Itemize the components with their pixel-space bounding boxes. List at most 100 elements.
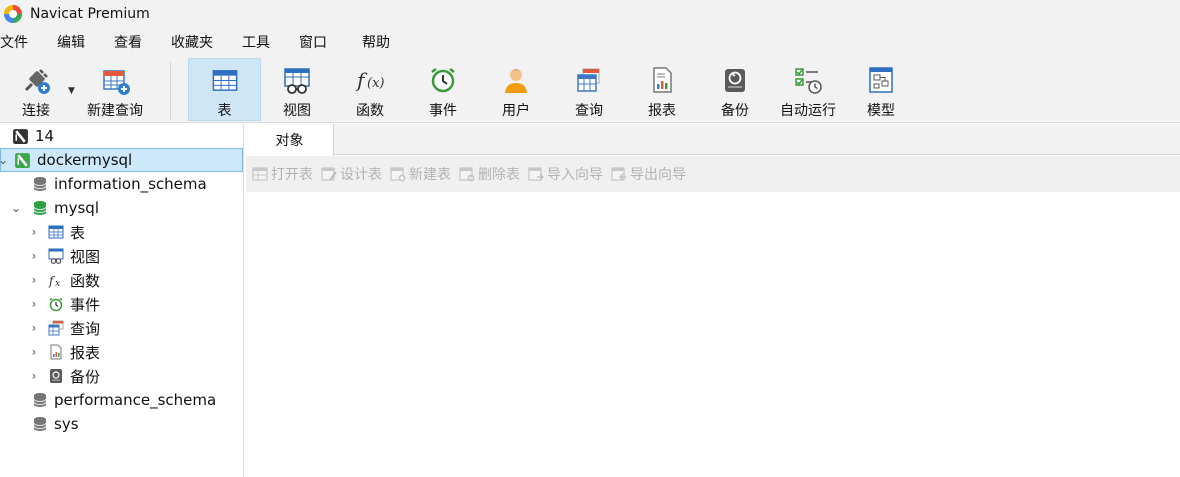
menu-tools[interactable]: 工具 (242, 32, 270, 52)
menu-favorites[interactable]: 收藏夹 (171, 32, 213, 52)
model-label: 模型 (867, 103, 895, 119)
new-query-button[interactable]: 新建查询 (80, 58, 150, 121)
tree-item-label: 报表 (70, 343, 101, 362)
report-icon (653, 67, 672, 93)
object-toolbar: 打开表 设计表 新建表 删除表 导入向导 导出向导 (246, 156, 1180, 192)
automation-label: 自动运行 (780, 103, 836, 119)
menu-help[interactable]: 帮助 (362, 32, 390, 52)
database-mysql[interactable]: ⌄ mysql (11, 196, 99, 220)
database-label: mysql (54, 199, 99, 217)
tree-item-functions[interactable]: › f x 函数 (32, 268, 101, 292)
chevron-right-icon[interactable]: › (28, 249, 40, 263)
new-table-button[interactable]: 新建表 (390, 164, 451, 184)
tab-objects[interactable]: 对象 (246, 124, 334, 156)
database-icon (33, 177, 47, 191)
tree-item-label: 视图 (70, 247, 101, 266)
backup-icon (725, 69, 745, 92)
connect-dropdown-icon[interactable]: ▼ (68, 86, 75, 96)
table-label: 表 (217, 103, 232, 119)
tab-strip: 对象 (246, 124, 1180, 156)
new-query-icon (103, 70, 130, 95)
database-information-schema[interactable]: information_schema (32, 172, 207, 196)
model-button[interactable]: 模型 (852, 58, 910, 121)
navigation-tree: 14 ⌄ dockermysql information_schema ⌄ my… (0, 124, 244, 477)
report-icon (50, 344, 62, 360)
table-icon (48, 225, 64, 239)
function-icon: f x (48, 274, 60, 288)
user-button[interactable]: 用户 (487, 58, 545, 121)
tree-item-label: 查询 (70, 319, 101, 338)
report-button[interactable]: 报表 (633, 58, 691, 121)
automation-button[interactable]: 自动运行 (774, 58, 842, 121)
plug-icon (24, 69, 50, 94)
function-button[interactable]: f (x) 函数 (340, 58, 400, 121)
navicat-logo-icon (4, 5, 22, 23)
design-table-button[interactable]: 设计表 (321, 164, 382, 184)
main-toolbar: 连接 ▼ 新建查询 表 视图 f (x) 函数 事件 用户 查询 报表 备份 自… (0, 56, 1180, 123)
menu-view[interactable]: 查看 (114, 32, 142, 52)
chevron-right-icon[interactable]: › (28, 369, 40, 383)
svg-text:(x): (x) (367, 76, 384, 91)
tree-item-events[interactable]: › 事件 (32, 292, 100, 316)
tree-root-item[interactable]: 14 (12, 124, 54, 148)
view-button[interactable]: 视图 (266, 58, 328, 121)
tree-item-reports[interactable]: › 报表 (32, 340, 101, 364)
chevron-right-icon[interactable]: › (28, 297, 40, 311)
database-performance-schema[interactable]: performance_schema (32, 388, 216, 412)
chevron-right-icon[interactable]: › (28, 273, 40, 287)
connection-dockermysql[interactable]: ⌄ dockermysql (0, 148, 243, 172)
tree-item-views[interactable]: › 视图 (32, 244, 101, 268)
export-icon (611, 167, 626, 181)
backup-button[interactable]: 备份 (706, 58, 764, 121)
user-label: 用户 (502, 103, 530, 119)
function-icon: f (x) (355, 68, 384, 92)
database-icon (33, 393, 47, 407)
tree-item-label: 表 (70, 223, 86, 242)
chevron-right-icon[interactable]: › (28, 345, 40, 359)
open-table-button[interactable]: 打开表 (252, 164, 313, 184)
svg-text:x: x (55, 279, 60, 288)
delete-table-label: 删除表 (478, 167, 520, 183)
title-bar: Navicat Premium (0, 0, 1180, 28)
tree-item-tables[interactable]: › 表 (32, 220, 86, 244)
chevron-right-icon[interactable]: › (28, 225, 40, 239)
export-wizard-button[interactable]: 导出向导 (611, 164, 686, 184)
menu-file[interactable]: 文件 (0, 32, 28, 52)
menu-bar: 文件 编辑 查看 收藏夹 工具 窗口 帮助 (0, 28, 1180, 56)
import-icon (528, 167, 544, 181)
database-open-icon (33, 201, 47, 215)
new-query-label: 新建查询 (87, 103, 143, 119)
delete-table-button[interactable]: 删除表 (459, 164, 520, 184)
database-icon (33, 417, 47, 431)
event-button[interactable]: 事件 (414, 58, 472, 121)
chevron-right-icon[interactable]: › (28, 321, 40, 335)
table-button[interactable]: 表 (188, 58, 261, 121)
database-sys[interactable]: sys (32, 412, 79, 436)
query-icon (48, 320, 64, 336)
navicat-connection-icon (13, 128, 28, 144)
view-label: 视图 (283, 103, 311, 119)
table-icon (212, 70, 237, 91)
window-title: Navicat Premium (30, 6, 150, 22)
tree-item-backups[interactable]: › 备份 (32, 364, 100, 388)
tree-item-queries[interactable]: › 查询 (32, 316, 101, 340)
chevron-down-icon[interactable]: ⌄ (0, 153, 9, 167)
toolbar-separator (170, 62, 171, 120)
chevron-down-icon[interactable]: ⌄ (10, 201, 22, 215)
database-label: performance_schema (54, 391, 217, 409)
database-label: information_schema (54, 175, 207, 193)
mysql-connection-icon (15, 152, 30, 168)
menu-window[interactable]: 窗口 (299, 32, 327, 52)
backup-icon (50, 369, 62, 383)
alarm-clock-icon (431, 68, 455, 93)
connect-button[interactable]: 连接 (8, 58, 64, 121)
query-button[interactable]: 查询 (560, 58, 618, 121)
open-table-label: 打开表 (271, 167, 313, 183)
tree-root-label: 14 (35, 127, 55, 145)
backup-label: 备份 (721, 103, 749, 119)
import-wizard-button[interactable]: 导入向导 (528, 164, 603, 184)
model-icon (869, 67, 893, 93)
tree-item-label: 函数 (70, 271, 101, 290)
view-icon (48, 248, 64, 264)
menu-edit[interactable]: 编辑 (57, 32, 85, 52)
